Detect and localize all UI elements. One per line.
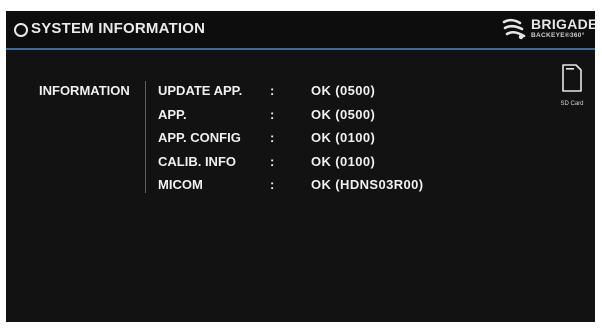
sd-card-icon xyxy=(562,64,582,92)
sd-card-label: SD Card xyxy=(560,101,584,107)
sd-card-status[interactable]: SD Card xyxy=(555,61,589,111)
section-label: INFORMATION xyxy=(39,83,130,98)
info-value: OK (0100) xyxy=(311,153,376,169)
system-information-screen: SYSTEM INFORMATION BRIGADE BACKEYE®360° … xyxy=(6,11,595,322)
info-row-micom: MICOM : OK (HDNS03R00) xyxy=(158,177,478,201)
info-value: OK (0100) xyxy=(311,130,376,145)
info-row-update-app: UPDATE APP. : OK (0500) xyxy=(158,83,478,107)
info-value: OK (0500) xyxy=(311,106,376,122)
info-separator: : xyxy=(270,83,275,98)
brand-subtitle: BACKEYE®360° xyxy=(531,32,585,39)
page-title: SYSTEM INFORMATION xyxy=(31,20,206,37)
vertical-divider xyxy=(145,81,146,193)
info-separator: : xyxy=(270,130,275,145)
info-value: OK (0500) xyxy=(311,83,376,98)
brand-logo: BRIGADE BACKEYE®360° xyxy=(501,14,595,44)
info-key: APP. CONFIG xyxy=(158,130,241,145)
info-separator: : xyxy=(270,177,275,192)
info-row-calib-info: CALIB. INFO : OK (0100) xyxy=(158,154,478,178)
header-bar: SYSTEM INFORMATION BRIGADE BACKEYE®360° xyxy=(6,11,595,50)
brand-name: BRIGADE xyxy=(531,16,595,32)
circle-icon xyxy=(14,23,28,37)
info-list: UPDATE APP. : OK (0500) APP. : OK (0500)… xyxy=(158,83,478,201)
info-row-app: APP. : OK (0500) xyxy=(158,107,478,131)
info-separator: : xyxy=(270,153,275,169)
info-separator: : xyxy=(270,106,275,122)
info-row-app-config: APP. CONFIG : OK (0100) xyxy=(158,130,478,154)
info-key: MICOM xyxy=(158,177,203,192)
info-key: CALIB. INFO xyxy=(158,153,236,169)
info-key: UPDATE APP. xyxy=(158,83,243,98)
brigade-logo-icon xyxy=(502,18,526,40)
info-key: APP. xyxy=(158,106,187,122)
info-value: OK (HDNS03R00) xyxy=(311,177,424,192)
